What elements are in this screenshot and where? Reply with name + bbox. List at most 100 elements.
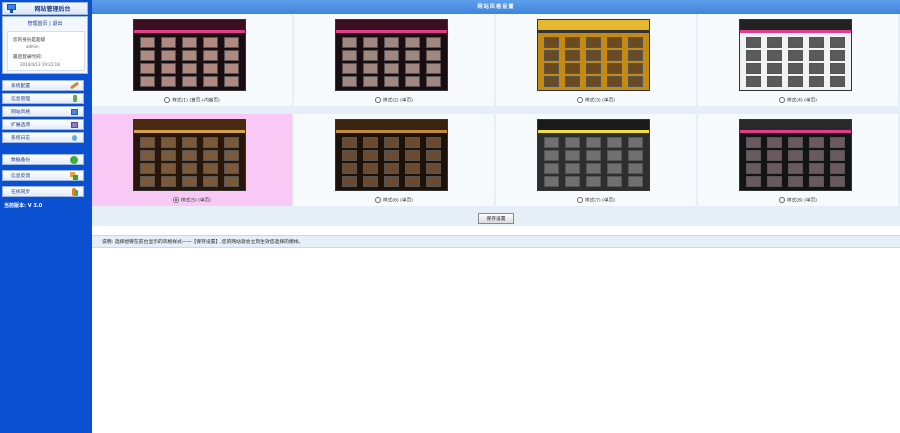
style-option-1[interactable]: 样式(1) (首页+内容页) xyxy=(92,14,294,106)
thumbnail-tile xyxy=(384,37,399,48)
style-radio[interactable] xyxy=(779,96,786,103)
thumbnail-tile xyxy=(565,137,580,148)
last-login-time: 2014/4/13 19:22:18 xyxy=(20,62,60,67)
style-option-6[interactable]: 样式(6) (单页) xyxy=(294,114,496,206)
pencil-icon xyxy=(70,94,79,103)
style-thumbnail[interactable] xyxy=(537,119,650,191)
style-option-4[interactable]: 样式(4) (单页) xyxy=(698,14,900,106)
thumbnail-tile xyxy=(161,76,176,87)
save-settings-button[interactable]: 保存设置 xyxy=(478,213,514,224)
style-thumbnail[interactable] xyxy=(335,19,448,91)
style-option-7[interactable]: 样式(7) (单页) xyxy=(496,114,698,206)
thumbnail-tile xyxy=(544,37,559,48)
thumbnail-tile xyxy=(182,76,197,87)
thumbnail-tile xyxy=(565,76,580,87)
thumbnail-tile xyxy=(426,37,441,48)
thumbnail-tile xyxy=(426,176,441,187)
thumbnail-tile xyxy=(140,63,155,74)
thumbnail-tile xyxy=(224,137,239,148)
thumbnail-tile xyxy=(182,176,197,187)
thumbnail-accent-bar xyxy=(740,130,851,133)
thumbnail-tile xyxy=(426,137,441,148)
admin-home-link[interactable]: 管理首页 xyxy=(28,21,48,27)
thumbnail-tile xyxy=(746,137,761,148)
style-thumbnail[interactable] xyxy=(133,19,246,91)
menu-item-info-manage[interactable]: 信息管理 xyxy=(2,93,84,104)
style-thumbnail[interactable] xyxy=(739,119,852,191)
thumbnail-tile xyxy=(224,76,239,87)
thumbnail-tile xyxy=(586,76,601,87)
thumbnail-tile xyxy=(607,150,622,161)
thumbnail-tile xyxy=(161,50,176,61)
style-thumbnail[interactable] xyxy=(739,19,852,91)
thumbnail-tile xyxy=(161,63,176,74)
style-radio[interactable] xyxy=(577,96,584,103)
thumbnail-tile xyxy=(161,150,176,161)
style-radio[interactable] xyxy=(779,196,786,203)
thumbnail-tile xyxy=(830,137,845,148)
thumbnail-tile xyxy=(746,76,761,87)
style-radio[interactable] xyxy=(164,96,171,103)
style-option-3[interactable]: 样式(3) (单页) xyxy=(496,14,698,106)
thumbnail-tile xyxy=(607,163,622,174)
style-radio[interactable] xyxy=(375,96,382,103)
thumbnail-accent-bar xyxy=(538,130,649,133)
thumbnail-header xyxy=(134,20,245,30)
thumbnail-tile xyxy=(342,76,357,87)
thumbnail-tile xyxy=(767,63,782,74)
log-icon xyxy=(70,134,79,142)
user-links: 管理首页 | 退出 xyxy=(3,20,87,27)
thumbnail-tile xyxy=(363,176,378,187)
thumbnail-tile xyxy=(809,163,824,174)
menu-group-tools: 数据备份 信息反馈 在线同步 xyxy=(2,154,84,199)
thumbnail-tile xyxy=(384,76,399,87)
thumbnail-tile xyxy=(628,163,643,174)
thumbnail-tile xyxy=(788,150,803,161)
thumbnail-tile xyxy=(544,76,559,87)
style-radio[interactable] xyxy=(577,196,584,203)
thumbnail-tile xyxy=(830,76,845,87)
thumbnail-tile xyxy=(203,163,218,174)
style-thumbnail[interactable] xyxy=(133,119,246,191)
thumbnail-tile xyxy=(830,63,845,74)
style-thumbnail[interactable] xyxy=(335,119,448,191)
thumbnail-tile xyxy=(767,150,782,161)
style-radio[interactable] xyxy=(375,196,382,203)
menu-item-feedback[interactable]: 信息反馈 xyxy=(2,170,84,181)
menu-item-system-config[interactable]: 系统配置 xyxy=(2,80,84,91)
thumbnail-header xyxy=(740,20,851,30)
thumbnail-tile xyxy=(565,176,580,187)
logout-link[interactable]: 退出 xyxy=(52,21,62,27)
thumbnail-tile xyxy=(140,137,155,148)
thumbnail-tile xyxy=(363,150,378,161)
thumbnail-tile xyxy=(384,150,399,161)
style-thumbnail[interactable] xyxy=(537,19,650,91)
menu-item-system-log[interactable]: 系统日志 xyxy=(2,132,84,143)
style-option-5[interactable]: 样式(5) (单页) xyxy=(92,114,294,206)
thumbnail-tile xyxy=(140,76,155,87)
menu-item-site-style[interactable]: 网站风格 xyxy=(2,106,84,117)
thumbnail-tile xyxy=(809,76,824,87)
thumbnail-tile xyxy=(586,137,601,148)
user-name-text: admin xyxy=(26,44,39,49)
thumbnail-tile xyxy=(384,137,399,148)
style-option-8[interactable]: 样式(8) (单页) xyxy=(698,114,900,206)
thumbnail-tile xyxy=(788,37,803,48)
thumbnail-tile xyxy=(140,163,155,174)
feedback-icon xyxy=(70,171,79,180)
style-option-2[interactable]: 样式(2) (单页) xyxy=(294,14,496,106)
thumbnail-tile xyxy=(363,37,378,48)
thumbnail-tile xyxy=(182,37,197,48)
menu-item-online-sync[interactable]: 在线同步 xyxy=(2,186,84,197)
style-radio[interactable] xyxy=(173,196,180,203)
thumbnail-accent-bar xyxy=(336,130,447,133)
thumbnail-tile xyxy=(405,63,420,74)
thumbnail-tile xyxy=(182,137,197,148)
menu-item-extensions[interactable]: 扩展选项 xyxy=(2,119,84,130)
thumbnail-tile xyxy=(565,63,580,74)
thumbnail-tile xyxy=(809,150,824,161)
thumbnail-tile xyxy=(544,63,559,74)
thumbnail-tile xyxy=(203,150,218,161)
thumbnail-tile xyxy=(544,50,559,61)
menu-item-data-backup[interactable]: 数据备份 xyxy=(2,154,84,165)
